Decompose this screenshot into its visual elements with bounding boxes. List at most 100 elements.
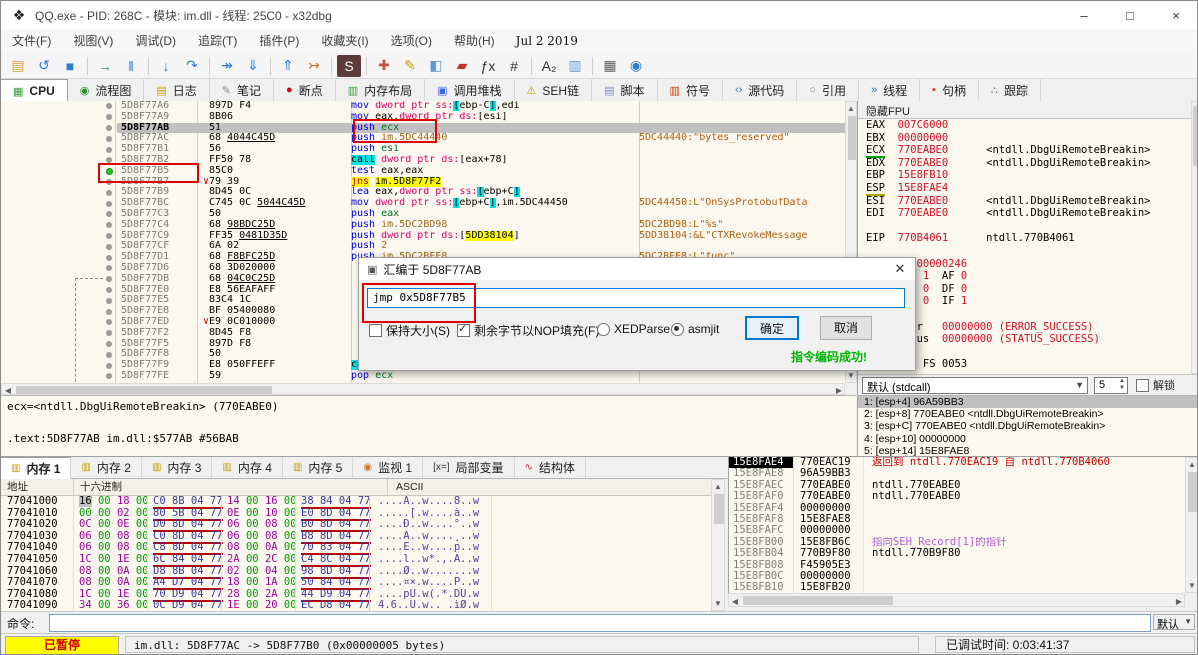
- instruction-dot-icon[interactable]: [106, 276, 112, 283]
- execute-till-return-icon[interactable]: ⇓: [241, 55, 265, 77]
- stack-row-15E8FB08[interactable]: 15E8FB08 F45905E3: [729, 559, 1185, 571]
- globe-icon[interactable]: ◉: [624, 55, 648, 77]
- tab-流程图[interactable]: ◉ 流程图: [68, 79, 145, 101]
- instruction-dot-icon[interactable]: [106, 114, 112, 121]
- minimize-button[interactable]: –: [1061, 1, 1107, 29]
- instruction-dot-icon[interactable]: [106, 103, 112, 110]
- disasm-row-5D8F77C4[interactable]: 5D8F77C4 68 98BDC25D push im.5DC2BD98 5DC2B…: [1, 219, 845, 231]
- disasm-hscrollbar[interactable]: ◀ ▶: [1, 383, 845, 395]
- instruction-dot-icon[interactable]: [106, 222, 112, 229]
- step-over-icon[interactable]: ↷: [180, 55, 204, 77]
- stack-row-15E8FAF4[interactable]: 15E8FAF4 00000000: [729, 502, 1185, 514]
- menu-item-6[interactable]: 选项(O): [380, 29, 443, 53]
- font-icon[interactable]: A₂: [537, 55, 561, 77]
- tab-SEH链[interactable]: ⚠ SEH链: [515, 79, 593, 101]
- memory-dump-panel[interactable]: 地址 十六进制 ASCII 77041000 16 00 18 00 C0 8B 0…: [1, 479, 711, 611]
- instruction-dot-icon[interactable]: [106, 157, 112, 164]
- xedparse-radio[interactable]: XEDParse: [597, 322, 670, 336]
- dialog-close-icon[interactable]: ✕: [885, 261, 915, 277]
- unlock-checkbox[interactable]: 解锁: [1136, 377, 1175, 393]
- calling-convention-select[interactable]: 默认 (stdcall) ▼: [862, 377, 1088, 394]
- hide-fpu-button[interactable]: 隐藏FPU: [858, 101, 1197, 119]
- disasm-row-5D8F77A9[interactable]: 5D8F77A9 8B06 mov eax,dword ptr ds:[esi]: [1, 111, 845, 123]
- instruction-dot-icon[interactable]: [106, 297, 112, 304]
- argument-row[interactable]: 5: [esp+14] 15E8FAE8: [858, 445, 1197, 456]
- register-row[interactable]: [858, 245, 1197, 258]
- stop-icon[interactable]: ■: [58, 55, 82, 77]
- nop-fill-checkbox[interactable]: 剩余字节以NOP填充(F): [457, 322, 599, 339]
- argument-row[interactable]: 4: [esp+10] 00000000: [858, 433, 1197, 445]
- step-into-icon[interactable]: ↓: [154, 55, 178, 77]
- instruction-dot-icon[interactable]: [106, 340, 112, 347]
- command-mode-select[interactable]: 默认 ▼: [1153, 614, 1195, 631]
- instruction-dot-icon[interactable]: [106, 286, 112, 293]
- argument-row[interactable]: 3: [esp+C] 770EABE0 <ntdll.DbgUiRemoteBr…: [858, 420, 1197, 432]
- run-icon[interactable]: →: [93, 55, 117, 77]
- stack-row-15E8FB04[interactable]: 15E8FB04 770B9F80 ntdll.770B9F80: [729, 547, 1185, 560]
- run-to-cursor-icon[interactable]: ↠: [215, 55, 239, 77]
- comment-icon[interactable]: ✎: [398, 55, 422, 77]
- menu-item-0[interactable]: 文件(F): [1, 29, 62, 53]
- tab-引用[interactable]: ○ 引用: [797, 79, 859, 101]
- breakpoint-dot-icon[interactable]: [105, 167, 113, 175]
- stack-row-15E8FB10[interactable]: 15E8FB10 15E8FB20: [729, 581, 1185, 593]
- register-row[interactable]: EBP 15E8FB10: [858, 169, 1197, 182]
- register-row[interactable]: [858, 220, 1197, 233]
- maximize-button[interactable]: □: [1107, 1, 1153, 29]
- tab-内存 2[interactable]: ▥ 内存 2: [71, 457, 142, 478]
- assemble-instruction-input[interactable]: jmp 0x5D8F77B5: [367, 288, 905, 308]
- tab-内存 3[interactable]: ▥ 内存 3: [142, 457, 213, 478]
- hash-icon[interactable]: #: [502, 55, 526, 77]
- tab-内存 5[interactable]: ▥ 内存 5: [283, 457, 354, 478]
- ok-button[interactable]: 确定: [745, 316, 799, 340]
- menu-item-4[interactable]: 插件(P): [248, 29, 310, 53]
- registers-vscrollbar[interactable]: [1191, 101, 1197, 374]
- instruction-dot-icon[interactable]: [106, 211, 112, 218]
- instruction-dot-icon[interactable]: [106, 189, 112, 196]
- tab-监视 1[interactable]: ◉ 监视 1: [353, 457, 424, 478]
- menu-item-5[interactable]: 收藏夹(I): [310, 29, 379, 53]
- instruction-dot-icon[interactable]: [106, 351, 112, 358]
- open-file-icon[interactable]: ▤: [6, 55, 30, 77]
- close-button[interactable]: ×: [1153, 1, 1197, 29]
- tab-局部变量[interactable]: [x=] 局部变量: [423, 457, 515, 478]
- function-icon[interactable]: ƒx: [476, 55, 500, 77]
- register-row[interactable]: ESP 15E8FAE4: [858, 181, 1197, 196]
- instruction-dot-icon[interactable]: [106, 146, 112, 153]
- tab-脚本[interactable]: ▤ 脚本: [592, 79, 658, 101]
- asmjit-radio[interactable]: asmjit: [671, 322, 719, 336]
- stack-row-15E8FAEC[interactable]: 15E8FAEC 770EABE0 ntdll.770EABE0: [729, 479, 1185, 492]
- instruction-dot-icon[interactable]: [106, 265, 112, 272]
- bookmark-icon[interactable]: ▰: [450, 55, 474, 77]
- argument-row[interactable]: 1: [esp+4] 96A59BB3: [858, 396, 1197, 409]
- instruction-dot-icon[interactable]: [106, 243, 112, 250]
- dump-vscrollbar[interactable]: ▲ ▼: [711, 479, 725, 611]
- argument-depth-stepper[interactable]: 5 ▲ ▼: [1094, 377, 1128, 394]
- disasm-row-5D8F77B5[interactable]: 5D8F77B5 85C0 test eax,eax: [1, 165, 845, 177]
- stack-panel[interactable]: 15E8FAE4 770EAC19 返回到 ntdll.770EAC19 自 ntd…: [728, 457, 1185, 593]
- stack-row-15E8FAFC[interactable]: 15E8FAFC 00000000: [729, 524, 1185, 537]
- register-row[interactable]: ESI 770EABE0 <ntdll.DbgUiRemoteBreakin>: [858, 195, 1197, 208]
- run-to-user-code-icon[interactable]: ↣: [302, 55, 326, 77]
- instruction-dot-icon[interactable]: [106, 330, 112, 337]
- stack-row-15E8FB0C[interactable]: 15E8FB0C 00000000: [729, 570, 1185, 583]
- instruction-dot-icon[interactable]: [106, 200, 112, 207]
- tab-断点[interactable]: ● 断点: [274, 79, 336, 101]
- stack-row-15E8FB00[interactable]: 15E8FB00 15E8FB6C 指向SEH_Record[1]的指针: [729, 536, 1185, 549]
- stack-row-15E8FAF0[interactable]: 15E8FAF0 770EABE0 ntdll.770EABE0: [729, 490, 1185, 503]
- instruction-dot-icon[interactable]: [106, 254, 112, 261]
- menu-item-7[interactable]: 帮助(H): [443, 29, 506, 53]
- menu-item-1[interactable]: 视图(V): [62, 29, 124, 53]
- register-row[interactable]: EAX 007C6000: [858, 119, 1197, 132]
- patch-icon[interactable]: ✚: [372, 55, 396, 77]
- calculator-icon[interactable]: ▦: [598, 55, 622, 77]
- step-out-icon[interactable]: ⇑: [276, 55, 300, 77]
- dump-row-77041090[interactable]: 77041090 34 00 36 00 0C D9 04 77 1E 00 20 0…: [1, 599, 711, 611]
- cancel-button[interactable]: 取消: [820, 316, 872, 340]
- keep-size-checkbox[interactable]: 保持大小(S): [369, 322, 450, 339]
- instruction-dot-icon[interactable]: [106, 319, 112, 326]
- stack-row-15E8FAF8[interactable]: 15E8FAF8 15E8FAE8: [729, 513, 1185, 526]
- tab-CPU[interactable]: ▦ CPU: [1, 79, 68, 102]
- restart-icon[interactable]: ↺: [32, 55, 56, 77]
- instruction-dot-icon[interactable]: [106, 308, 112, 315]
